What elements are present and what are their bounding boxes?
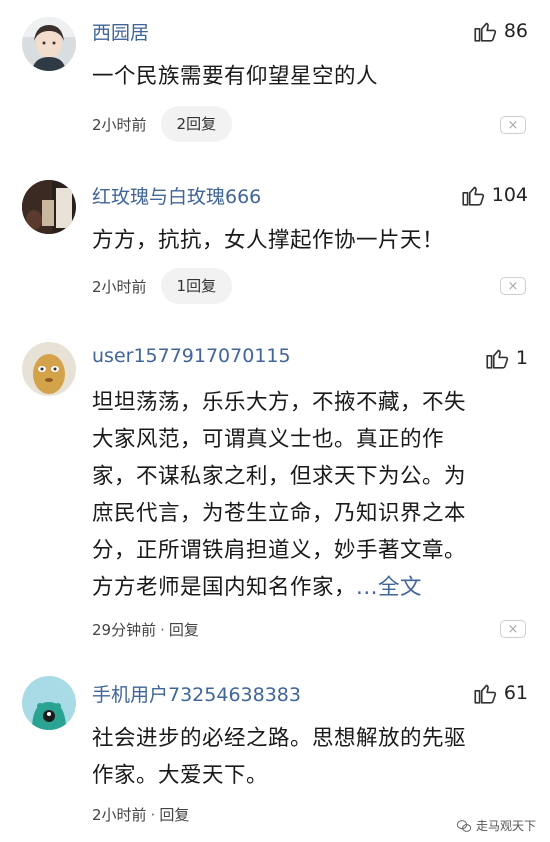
reply-count-button[interactable]: 2回复: [160, 106, 233, 142]
comment-text: 方方，抗抗，女人撑起作协一片天！: [92, 222, 516, 259]
like-button[interactable]: 104: [460, 182, 528, 208]
watermark: 走马观天下: [456, 817, 536, 834]
reply-button[interactable]: 回复: [159, 804, 189, 825]
comment-meta: 29分钟前 · 回复: [92, 619, 199, 640]
comment-meta: 2小时前 · 回复: [92, 804, 189, 825]
comment-line: 庶民代言，为苍生立命，乃知识界之本: [92, 501, 467, 526]
user-avatar[interactable]: [22, 676, 76, 730]
like-button[interactable]: 86: [472, 18, 528, 44]
user-avatar[interactable]: [22, 180, 76, 234]
close-icon[interactable]: ×: [500, 116, 526, 134]
timestamp: 2小时前: [92, 115, 147, 134]
user-avatar[interactable]: [22, 17, 76, 71]
comment-text: 一个民族需要有仰望星空的人: [92, 58, 516, 95]
close-icon[interactable]: ×: [500, 620, 526, 638]
separator-dot: ·: [150, 805, 156, 824]
separator-dot: ·: [160, 620, 165, 639]
username[interactable]: 手机用户73254638383: [92, 680, 301, 707]
thumbs-up-icon: [486, 349, 509, 369]
timestamp: 2小时前: [92, 806, 147, 824]
username[interactable]: user1577917070115: [92, 345, 291, 367]
thumbs-up-icon: [474, 22, 496, 42]
like-count: 86: [503, 20, 528, 42]
comment-line: 分，正所谓铁肩担道义，妙手著文章。: [92, 538, 467, 563]
like-count: 1: [515, 347, 528, 369]
reply-count-button[interactable]: 1回复: [160, 268, 233, 304]
timestamp: 2小时前: [92, 277, 147, 296]
comment-meta: 2小时前 1回复: [92, 268, 233, 304]
user-avatar[interactable]: [22, 342, 76, 396]
wechat-logo-icon: [456, 819, 472, 832]
timestamp: 29分钟前: [92, 621, 157, 639]
reply-button[interactable]: 回复: [169, 619, 199, 640]
close-icon[interactable]: ×: [500, 277, 526, 295]
comment-line: 社会进步的必经之路。思想解放的先驱: [92, 726, 467, 751]
like-button[interactable]: 1: [484, 345, 528, 371]
watermark-text: 走马观天下: [475, 819, 536, 833]
comment-line-text: 方方老师是国内知名作家，: [92, 575, 357, 600]
comment-line: 作家。大爱天下。: [92, 763, 269, 788]
comment-line: 方方，抗抗，女人撑起作协一片天！: [92, 228, 445, 253]
comment-item: user1577917070115 1 坦坦荡荡，乐乐大方，不掖不藏，不失 大家…: [0, 330, 550, 670]
comment-item: 西园居 86 一个民族需要有仰望星空的人 2小时前 2回复 ×: [0, 0, 550, 160]
comment-meta: 2小时前 2回复: [92, 106, 233, 142]
thumbs-up-icon: [462, 186, 484, 206]
comment-line: 大家风范，可谓真义士也。真正的作: [92, 427, 445, 452]
like-count: 104: [491, 184, 528, 206]
expand-full-text-link[interactable]: ...全文: [356, 575, 422, 600]
comment-line: 坦坦荡荡，乐乐大方，不掖不藏，不失: [92, 390, 467, 415]
like-count: 61: [503, 682, 528, 704]
comment-item: 红玫瑰与白玫瑰666 104 方方，抗抗，女人撑起作协一片天！ 2小时前 1回复…: [0, 160, 550, 330]
like-button[interactable]: 61: [472, 680, 528, 706]
thumbs-up-icon: [474, 684, 496, 704]
comment-text: 社会进步的必经之路。思想解放的先驱 作家。大爱天下。: [92, 720, 516, 794]
username[interactable]: 红玫瑰与白玫瑰666: [92, 182, 261, 209]
comment-line: 家，不谋私家之利，但求天下为公。为: [92, 464, 467, 489]
comment-line: 方方老师是国内知名作家，...全文: [92, 569, 516, 606]
comment-line: 一个民族需要有仰望星空的人: [92, 64, 379, 89]
username[interactable]: 西园居: [92, 18, 149, 45]
comment-text: 坦坦荡荡，乐乐大方，不掖不藏，不失 大家风范，可谓真义士也。真正的作 家，不谋私…: [92, 384, 516, 606]
